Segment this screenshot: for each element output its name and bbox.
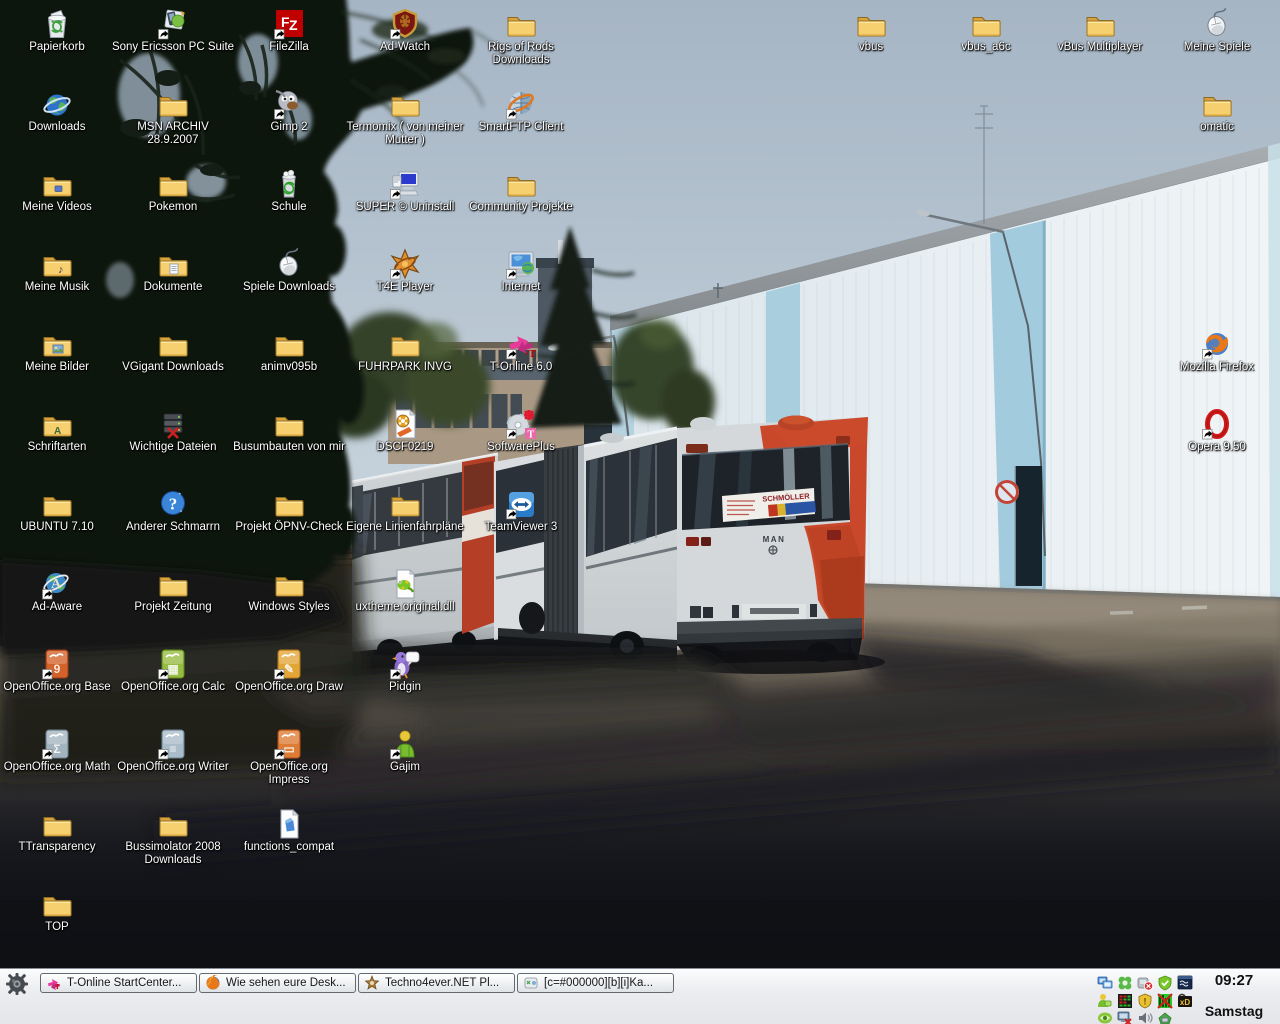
svg-text:xD: xD (1180, 998, 1190, 1007)
svg-text:A: A (54, 426, 61, 437)
svg-text:·T·: ·T· (525, 348, 537, 360)
svg-text:!: ! (1144, 997, 1147, 1007)
svg-text:MAN: MAN (763, 535, 786, 544)
svg-text:✎: ✎ (284, 662, 294, 676)
svg-text:♪: ♪ (58, 264, 64, 276)
svg-text:T: T (55, 983, 60, 991)
svg-text:▦: ▦ (167, 662, 178, 676)
svg-text:A: A (51, 577, 62, 592)
svg-text:Z: Z (289, 17, 298, 33)
svg-text:≡: ≡ (169, 742, 176, 756)
svg-text:9: 9 (54, 662, 61, 676)
svg-text:▭: ▭ (283, 742, 294, 756)
svg-text:Σ: Σ (53, 742, 60, 756)
svg-text:?: ? (169, 495, 178, 514)
svg-text:T: T (528, 430, 535, 441)
